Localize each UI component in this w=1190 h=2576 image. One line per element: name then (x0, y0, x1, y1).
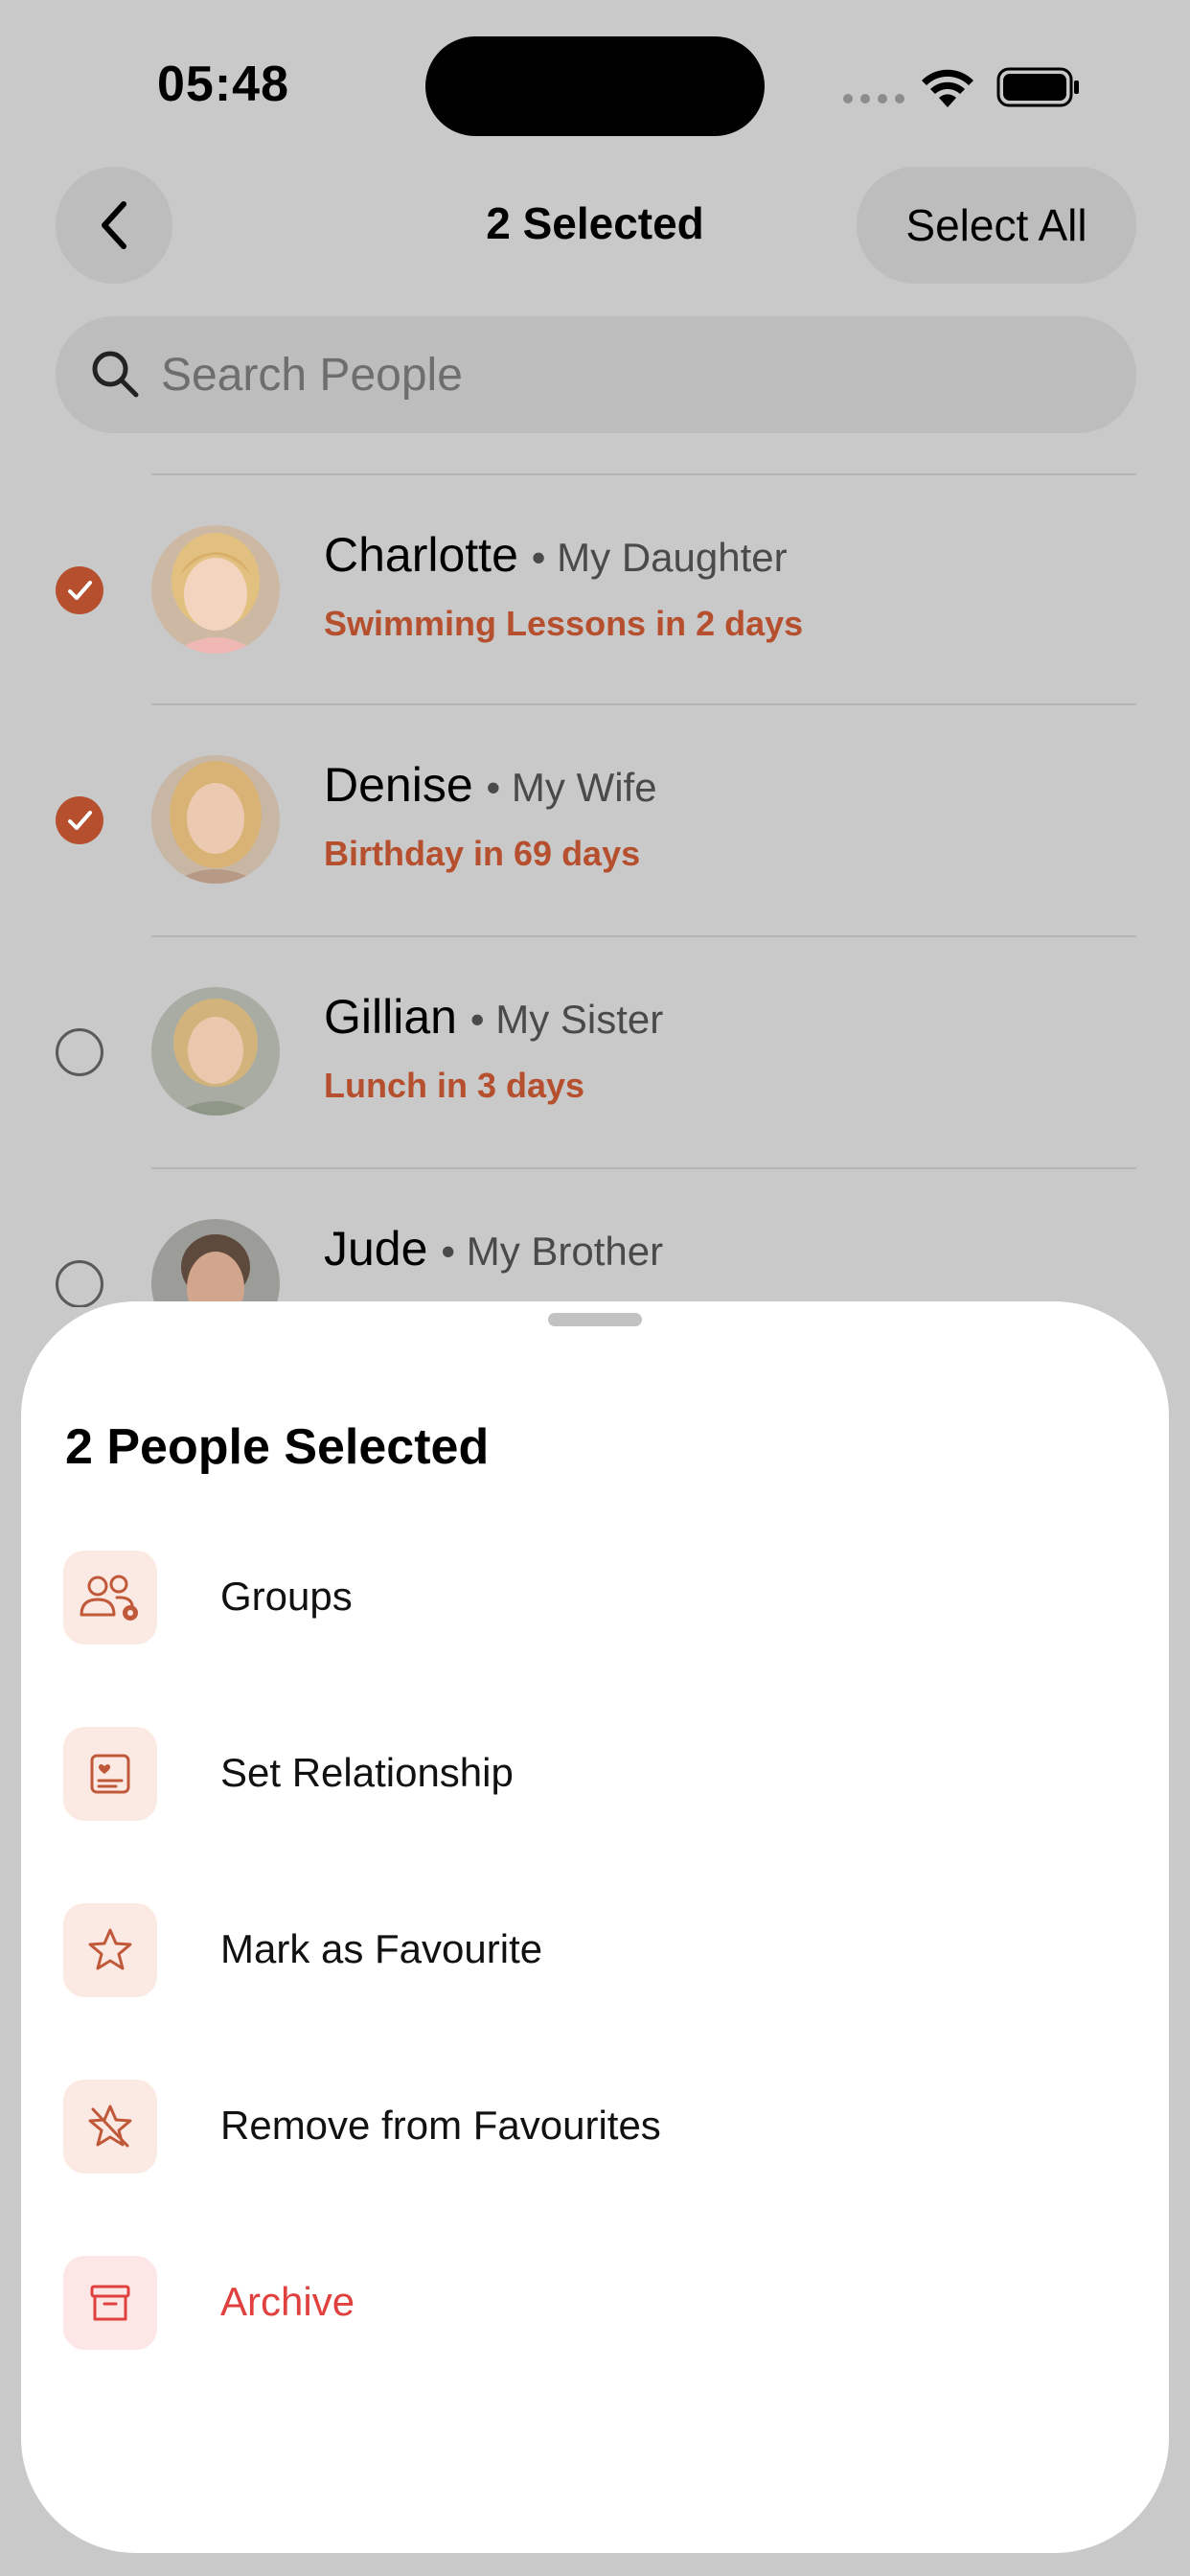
search-bar[interactable] (56, 316, 1136, 433)
person-name: Charlotte (324, 528, 518, 582)
remove-favourite-action[interactable]: Remove from Favourites (63, 2080, 1127, 2175)
person-row-gillian[interactable]: Gillian • My Sister Lunch in 3 days (0, 937, 1190, 1167)
archive-box-icon (63, 2256, 157, 2350)
action-label: Archive (220, 2279, 355, 2324)
status-bar: 05:48 (0, 0, 1190, 172)
back-button[interactable] (56, 167, 172, 284)
sheet-title: 2 People Selected (65, 1419, 490, 1475)
person-name: Denise (324, 758, 473, 812)
search-icon (92, 351, 139, 398)
person-relation: • My Daughter (531, 535, 788, 580)
archive-action[interactable]: Archive (63, 2256, 1127, 2352)
action-sheet: 2 People Selected Groups Set Relationshi… (21, 1301, 1169, 2553)
wifi-icon (922, 69, 973, 107)
action-label: Set Relationship (220, 1750, 514, 1795)
chevron-left-icon (102, 201, 126, 249)
avatar (151, 525, 280, 654)
avatar (151, 755, 280, 884)
person-relation: • My Sister (469, 997, 664, 1042)
checkmark-icon (68, 811, 92, 830)
groups-action[interactable]: Groups (63, 1551, 1127, 1646)
selection-checkbox[interactable] (56, 796, 103, 844)
person-name: Jude (324, 1222, 428, 1276)
person-row-charlotte[interactable]: Charlotte • My Daughter Swimming Lessons… (0, 475, 1190, 705)
mark-favourite-action[interactable]: Mark as Favourite (63, 1903, 1127, 1999)
person-event: Swimming Lessons in 2 days (324, 604, 804, 643)
search-input[interactable] (161, 316, 1100, 433)
person-event: Lunch in 3 days (324, 1066, 585, 1105)
battery-icon (996, 67, 1079, 107)
dynamic-island (425, 36, 765, 136)
page-title: 2 Selected (486, 198, 704, 248)
contact-card-icon (63, 1727, 157, 1821)
checkmark-icon (68, 581, 92, 600)
star-slash-icon (63, 2080, 157, 2174)
cellular-signal-icon (843, 94, 904, 104)
sheet-drag-handle[interactable] (548, 1313, 642, 1326)
star-icon (63, 1903, 157, 1997)
person-row-jude[interactable]: Jude • My Brother (0, 1169, 1190, 1307)
people-list: Charlotte • My Daughter Swimming Lessons… (0, 473, 1190, 1307)
select-all-button[interactable]: Select All (857, 167, 1136, 284)
status-time: 05:48 (157, 57, 289, 112)
person-relation: • My Brother (441, 1229, 664, 1274)
people-gear-icon (63, 1551, 157, 1644)
set-relationship-action[interactable]: Set Relationship (63, 1727, 1127, 1823)
action-label: Mark as Favourite (220, 1926, 543, 1971)
action-label: Groups (220, 1574, 353, 1619)
person-relation: • My Wife (486, 765, 657, 810)
avatar (151, 987, 280, 1116)
selection-checkbox[interactable] (56, 566, 103, 614)
selection-checkbox[interactable] (56, 1260, 103, 1307)
selection-checkbox[interactable] (56, 1028, 103, 1076)
avatar (151, 1219, 280, 1307)
action-label: Remove from Favourites (220, 2103, 661, 2148)
person-event: Birthday in 69 days (324, 834, 641, 873)
person-row-denise[interactable]: Denise • My Wife Birthday in 69 days (0, 705, 1190, 935)
person-name: Gillian (324, 990, 457, 1044)
